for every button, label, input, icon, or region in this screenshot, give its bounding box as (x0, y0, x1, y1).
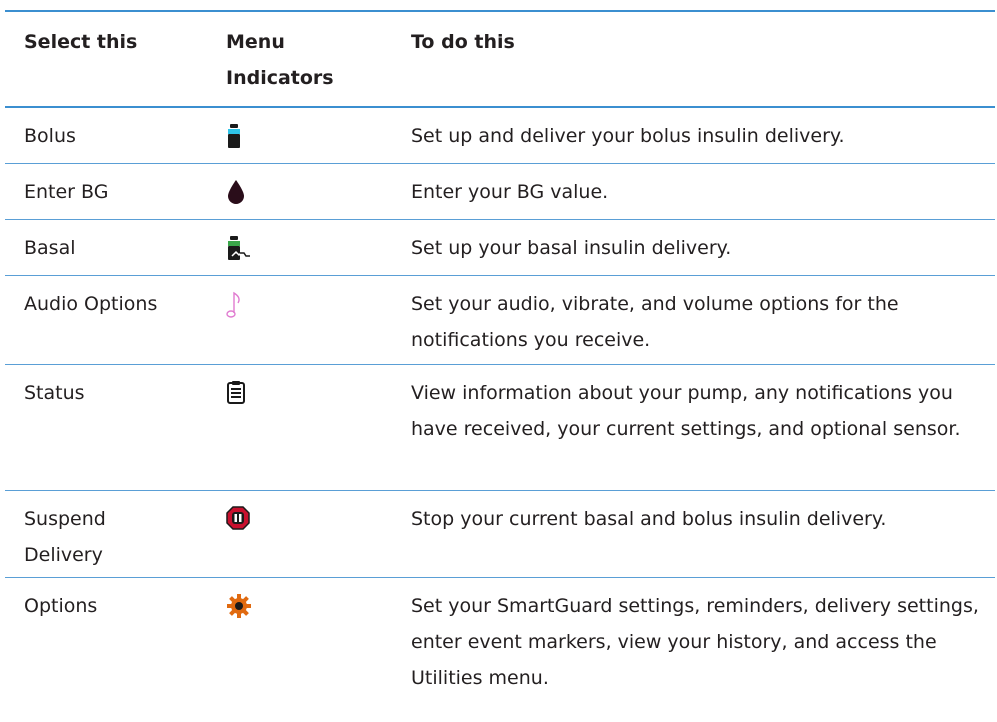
basal-vial-icon (228, 236, 251, 260)
row-label: Audio Options (24, 293, 158, 315)
bolus-vial-icon (228, 124, 240, 148)
table-row: Suspend Delivery Stop your current basal… (5, 491, 995, 578)
header-menu-line1: Menu (226, 31, 285, 53)
header-menu-indicators: Menu Indicators (207, 12, 392, 106)
row-description: View information about your pump, any no… (411, 382, 961, 440)
row-label: Enter BG (24, 181, 109, 203)
row-label: Bolus (24, 125, 76, 147)
header-to-do-this: To do this (411, 31, 515, 53)
row-description: Stop your current basal and bolus insuli… (411, 508, 887, 530)
table-row: Options Set your SmartGuard settings, re… (5, 578, 995, 702)
table-row: Basal Set up your basal insulin delivery… (5, 220, 995, 276)
table-row: Status View information about your pump,… (5, 365, 995, 491)
table-row: Bolus Set up and deliver your bolus insu… (5, 108, 995, 164)
table-header: Select this Menu Indicators To do this (5, 12, 995, 108)
row-label: Status (24, 382, 85, 404)
row-label: Basal (24, 237, 76, 259)
table-row: Audio Options Set your audio, vibrate, a… (5, 276, 995, 365)
blood-drop-icon (228, 180, 244, 204)
header-select-this: Select this (24, 31, 138, 53)
clipboard-icon (227, 381, 245, 404)
row-description: Set your SmartGuard settings, reminders,… (411, 595, 979, 689)
menu-indicators-table: Select this Menu Indicators To do this B… (5, 10, 995, 702)
table-row: Enter BG Enter your BG value. (5, 164, 995, 220)
music-note-icon (226, 291, 240, 318)
row-description: Set up your basal insulin delivery. (411, 237, 732, 259)
row-label-line2: Delivery (24, 544, 103, 566)
row-label: Options (24, 595, 98, 617)
row-description: Set your audio, vibrate, and volume opti… (411, 293, 899, 351)
gear-icon (227, 594, 251, 618)
row-label: Suspend Delivery (5, 491, 207, 577)
row-description: Set up and deliver your bolus insulin de… (411, 125, 845, 147)
stop-pause-icon (226, 506, 250, 530)
row-description: Enter your BG value. (411, 181, 609, 203)
row-label-line1: Suspend (24, 508, 106, 530)
header-menu-line2: Indicators (226, 67, 334, 89)
